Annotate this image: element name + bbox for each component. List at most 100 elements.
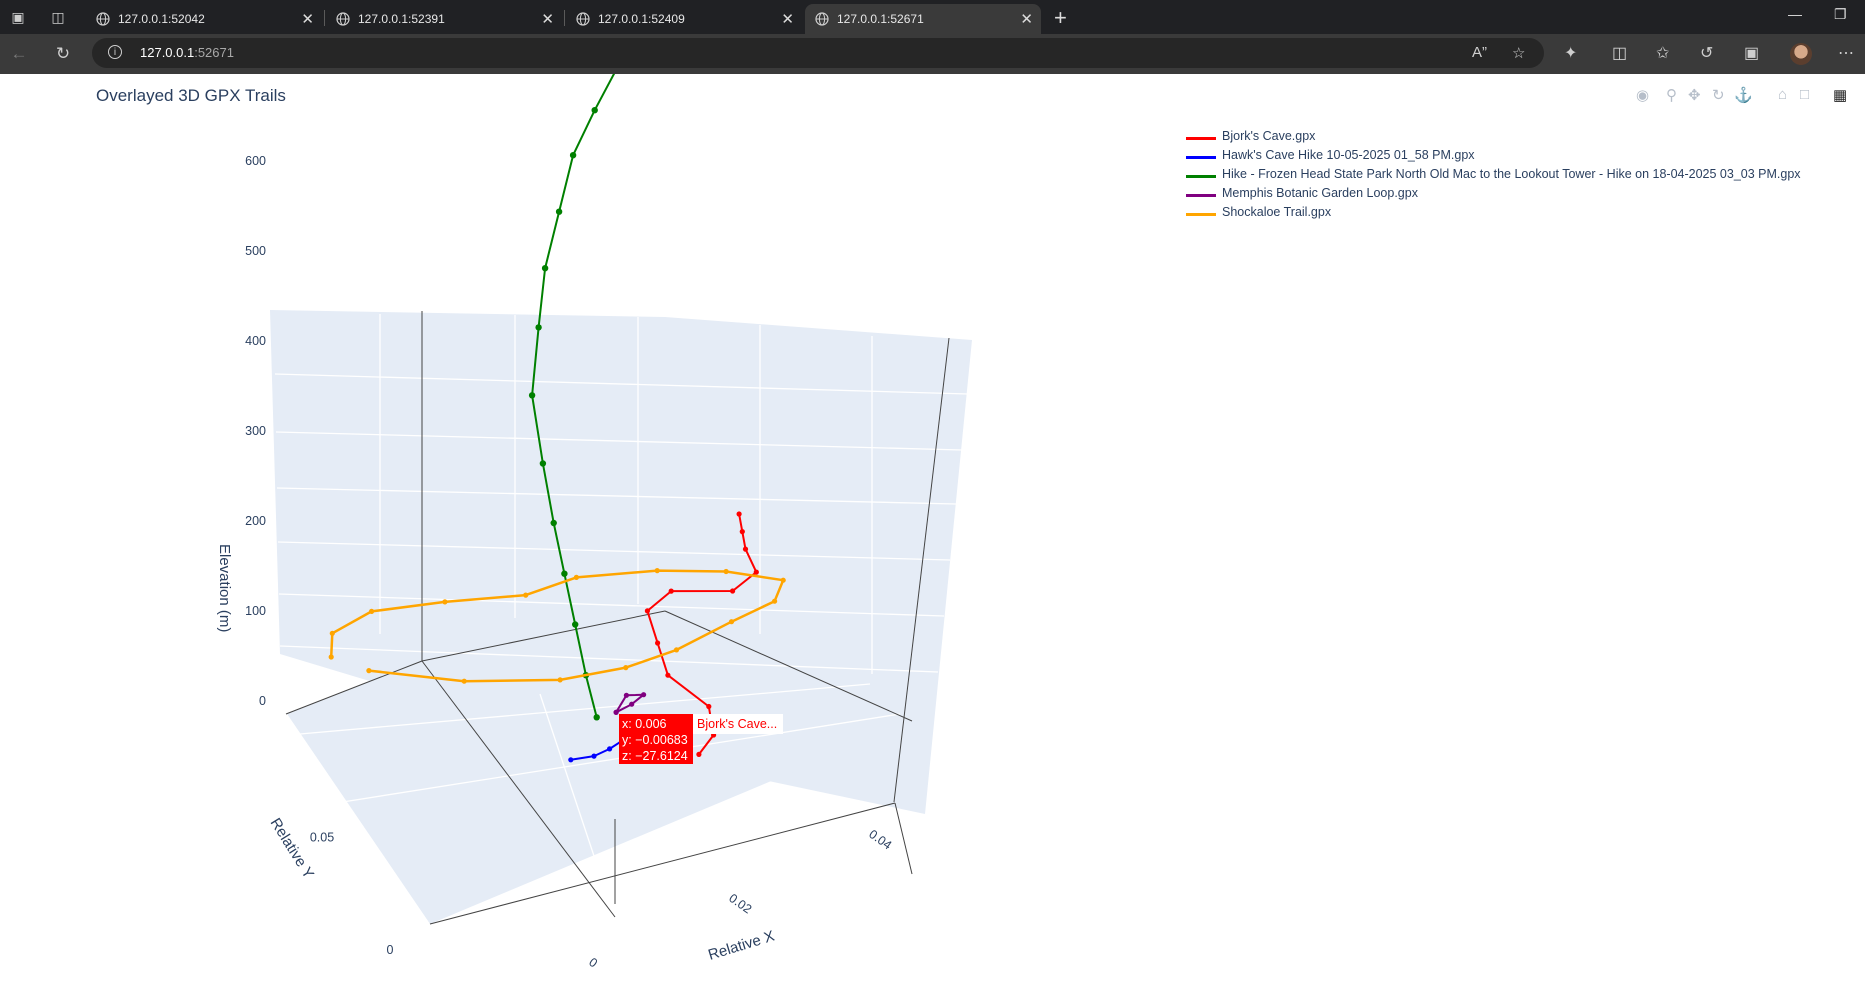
x-tick-label: 0.02 — [726, 891, 754, 916]
profile-avatar[interactable] — [1790, 43, 1812, 65]
trace-point — [728, 619, 735, 625]
read-aloud-icon[interactable]: A” — [1472, 44, 1487, 61]
tab-bar: ▣ ◫ 127.0.0.1:52042 ✕ 127.0.0.1:52391 ✕ … — [0, 0, 1865, 34]
trace-point — [366, 668, 372, 674]
history-icon[interactable]: ↺ — [1700, 43, 1713, 63]
hover-line-x: x: 0.006 — [622, 717, 667, 731]
trace-point — [706, 703, 712, 710]
trace-point — [591, 753, 597, 759]
trace-point — [623, 665, 629, 671]
trace-point — [523, 592, 529, 598]
x-axis-title: Relative X — [706, 928, 776, 964]
trace-point — [328, 654, 334, 660]
trace-point — [550, 519, 557, 527]
z-tick-label: 200 — [245, 514, 266, 528]
trace-point — [665, 672, 671, 678]
trace-point — [641, 692, 647, 698]
y-tick-label: 0 — [387, 943, 394, 957]
tab-4-active[interactable]: 127.0.0.1:52671 ✕ — [805, 4, 1041, 34]
minimize-icon[interactable]: — — [1788, 6, 1802, 22]
trace-point — [568, 757, 574, 763]
trace-point — [644, 608, 651, 614]
tab-actions-icon[interactable]: ◫ — [48, 7, 68, 27]
z-tick-label: 500 — [245, 244, 266, 258]
url-port: :52671 — [194, 45, 234, 60]
z-axis-title: Elevation (m) — [216, 544, 233, 632]
favorite-star-icon[interactable]: ☆ — [1512, 44, 1525, 62]
tab-separator — [324, 10, 325, 26]
trace-point — [573, 574, 580, 580]
globe-icon — [576, 12, 590, 26]
url-host: 127.0.0.1 — [140, 45, 195, 60]
trace-point — [739, 529, 745, 535]
trace-point — [780, 577, 786, 583]
z-tick-label: 600 — [245, 154, 266, 168]
trace-point — [541, 265, 549, 272]
z-tick-label: 100 — [245, 604, 266, 618]
trace-point — [539, 460, 547, 467]
globe-icon — [96, 12, 110, 26]
y-tick-label: 0.05 — [310, 831, 334, 845]
close-icon[interactable]: ✕ — [781, 10, 794, 28]
trace-point — [654, 568, 660, 574]
tab-3[interactable]: 127.0.0.1:52409 ✕ — [566, 4, 802, 34]
split-screen-icon[interactable]: ◫ — [1612, 43, 1627, 63]
globe-icon — [815, 12, 829, 26]
z-tick-label: 300 — [245, 424, 266, 438]
back-icon[interactable]: ← — [8, 43, 30, 65]
x-tick-label: 0 — [586, 955, 600, 970]
close-icon[interactable]: ✕ — [1020, 10, 1033, 28]
globe-icon — [336, 12, 350, 26]
workspaces-icon[interactable]: ▣ — [8, 7, 28, 27]
trace-point — [736, 511, 742, 517]
hover-line-z: z: −27.6124 — [622, 749, 688, 763]
trace-point — [555, 208, 563, 215]
screenshot-icon[interactable]: ▣ — [1744, 43, 1759, 63]
trace-point — [442, 599, 448, 605]
trace-point — [730, 588, 736, 594]
trace-point — [572, 621, 579, 628]
restore-icon[interactable]: ❐ — [1834, 6, 1847, 23]
tab-title: 127.0.0.1:52042 — [118, 12, 205, 26]
favorites-icon[interactable]: ✩ — [1656, 43, 1669, 63]
trace-point — [607, 746, 613, 752]
trace-point — [461, 678, 467, 684]
address-bar[interactable]: i 127.0.0.1:52671 A” ☆ — [92, 38, 1544, 68]
trace-point — [557, 677, 563, 683]
3d-scene[interactable]: 0 100 200 300 400 500 600 0 0.05 0 0.02 0.04 Elev… — [0, 74, 1865, 995]
trace-point — [629, 701, 635, 707]
trace-point — [561, 570, 568, 577]
tab-2[interactable]: 127.0.0.1:52391 ✕ — [326, 4, 562, 34]
trace-point — [742, 546, 749, 552]
tab-1[interactable]: 127.0.0.1:52042 ✕ — [86, 4, 322, 34]
close-icon[interactable]: ✕ — [301, 10, 314, 28]
trace-point — [591, 107, 598, 114]
trace-point — [753, 569, 759, 575]
tab-title: 127.0.0.1:52671 — [837, 12, 924, 26]
more-icon[interactable]: ⋯ — [1838, 43, 1854, 63]
trace-point — [673, 647, 680, 653]
trace-point — [655, 640, 661, 646]
refresh-icon[interactable]: ↻ — [52, 43, 74, 65]
info-icon[interactable]: i — [108, 45, 122, 59]
trace-point — [369, 608, 375, 615]
trace-point — [593, 714, 600, 721]
trace-point — [535, 324, 542, 331]
trace-point — [696, 751, 702, 758]
trace-point — [723, 568, 729, 575]
extensions-icon[interactable]: ✦ — [1564, 43, 1577, 63]
trace-point — [668, 588, 674, 594]
trace-point — [613, 709, 619, 715]
z-tick-label: 400 — [245, 334, 266, 348]
trace-point — [772, 598, 778, 604]
trace-point — [329, 630, 335, 636]
plus-icon[interactable]: + — [1054, 5, 1067, 31]
close-icon[interactable]: ✕ — [541, 10, 554, 28]
trace-point — [528, 392, 536, 399]
browser-chrome: ▣ ◫ 127.0.0.1:52042 ✕ 127.0.0.1:52391 ✕ … — [0, 0, 1865, 74]
url-text[interactable]: 127.0.0.1:52671 — [140, 45, 234, 60]
trace-point — [623, 692, 630, 698]
z-tick-label: 0 — [259, 694, 266, 708]
tab-title: 127.0.0.1:52391 — [358, 12, 445, 26]
hover-series-name: Bjork's Cave... — [697, 717, 777, 731]
